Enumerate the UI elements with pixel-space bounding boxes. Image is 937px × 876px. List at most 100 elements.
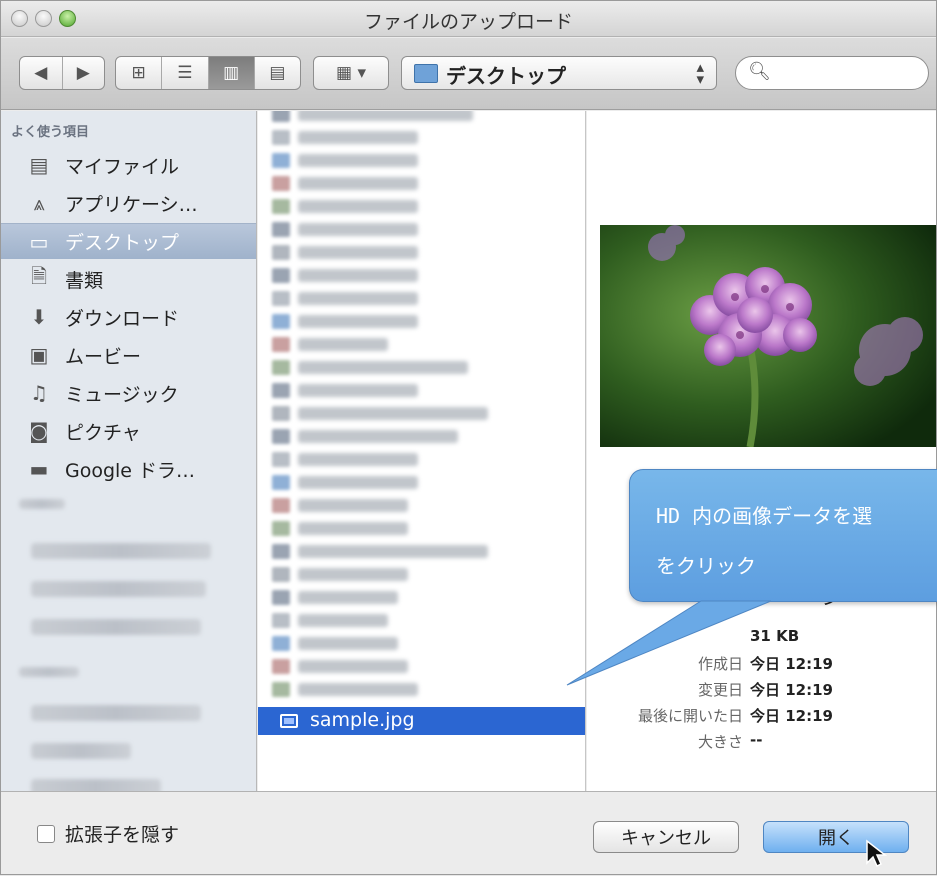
- desktop-icon: ▭: [29, 229, 49, 254]
- file-icon: [272, 406, 290, 421]
- file-row[interactable]: [258, 517, 585, 540]
- sidebar-item-label: ミュージック: [65, 383, 179, 406]
- file-row[interactable]: [258, 218, 585, 241]
- all-files-icon: ▤: [29, 153, 49, 177]
- location-popup[interactable]: デスクトップ ▴ ▾: [401, 56, 717, 90]
- file-icon: [272, 682, 290, 697]
- file-row[interactable]: [258, 333, 585, 356]
- window-title: ファイルのアップロード: [363, 11, 573, 33]
- icon-view-button[interactable]: ⊞: [116, 57, 163, 89]
- redacted-file-name: [298, 384, 418, 397]
- redacted-sidebar-item[interactable]: [31, 581, 206, 597]
- redacted-file-name: [298, 131, 418, 144]
- redacted-file-name: [298, 361, 468, 374]
- sidebar-item-label: ダウンロード: [65, 307, 180, 330]
- file-icon: [272, 521, 290, 536]
- file-row[interactable]: [258, 287, 585, 310]
- redacted-sidebar-item[interactable]: [31, 743, 131, 759]
- sidebar-item-documents[interactable]: 🗎︎ 書類: [1, 261, 256, 297]
- file-icon: [272, 590, 290, 605]
- back-button[interactable]: ◀: [20, 57, 63, 89]
- cancel-button[interactable]: キャンセル: [593, 821, 739, 853]
- file-row[interactable]: [258, 356, 585, 379]
- file-row[interactable]: [258, 126, 585, 149]
- file-row[interactable]: [258, 425, 585, 448]
- redacted-file-name: [298, 246, 418, 259]
- file-row[interactable]: [258, 586, 585, 609]
- chevron-left-icon: ◀: [34, 63, 48, 83]
- file-row[interactable]: [258, 172, 585, 195]
- file-row[interactable]: [258, 310, 585, 333]
- redacted-file-name: [298, 591, 398, 604]
- sidebar-item-google-drive[interactable]: ▬ Google ドラ…: [1, 451, 256, 487]
- file-row[interactable]: [258, 195, 585, 218]
- instruction-callout: HD 内の画像データを選 をクリック: [629, 469, 937, 602]
- redacted-file-name: [298, 522, 408, 535]
- file-column[interactable]: sample.jpg: [258, 111, 586, 791]
- info-row-created: 作成日 今日 12:19: [697, 655, 833, 673]
- file-row[interactable]: [258, 448, 585, 471]
- file-row[interactable]: [258, 402, 585, 425]
- redacted-section-header: [19, 667, 79, 677]
- file-row[interactable]: [258, 379, 585, 402]
- view-mode-switch: ⊞ ☰ ▥ ▤: [115, 56, 301, 90]
- file-row[interactable]: [258, 540, 585, 563]
- title-bar: ファイルのアップロード: [1, 1, 936, 37]
- arrange-menu-button[interactable]: ▦ ▾: [313, 56, 389, 90]
- sidebar-section-favorites: よく使う項目: [11, 125, 90, 140]
- redacted-sidebar-item[interactable]: [31, 619, 201, 635]
- flower-photo: [600, 225, 936, 447]
- grid-icon: ⊞: [131, 63, 146, 83]
- file-row[interactable]: [258, 111, 585, 126]
- downloads-icon: ⬇: [30, 305, 48, 329]
- sidebar-item-all-files[interactable]: ▤ マイファイル: [1, 147, 256, 183]
- redacted-sidebar-item[interactable]: [31, 543, 211, 559]
- file-icon: [272, 475, 290, 490]
- redacted-file-name: [298, 292, 418, 305]
- redacted-sidebar-item[interactable]: [31, 779, 161, 791]
- open-button[interactable]: 開く: [763, 821, 909, 853]
- image-file-icon: [280, 714, 298, 728]
- file-icon: [272, 452, 290, 467]
- file-info: ージ 31 KB 作成日 今日 12:19 変更日 今日 12:19 最後に開い…: [587, 585, 936, 757]
- search-icon: 🔍︎: [748, 61, 771, 82]
- sidebar-item-applications[interactable]: ⩓ アプリケーシ…: [1, 185, 256, 221]
- file-row-selected[interactable]: sample.jpg: [258, 707, 585, 735]
- location-label: デスクトップ: [446, 64, 566, 88]
- file-row[interactable]: [258, 494, 585, 517]
- file-row[interactable]: [258, 563, 585, 586]
- file-row[interactable]: [258, 241, 585, 264]
- redacted-file-name: [298, 200, 418, 213]
- file-row[interactable]: [258, 149, 585, 172]
- music-icon: ♫: [30, 381, 48, 405]
- callout-line-1: HD 内の画像データを選: [656, 504, 873, 528]
- info-row-size: 31 KB: [587, 627, 936, 653]
- redacted-sidebar-item[interactable]: [31, 705, 201, 721]
- sidebar-item-music[interactable]: ♫ ミュージック: [1, 375, 256, 411]
- sidebar-item-label: ムービー: [65, 345, 142, 368]
- file-icon: [272, 199, 290, 214]
- redacted-file-name: [298, 430, 458, 443]
- sidebar-item-downloads[interactable]: ⬇ ダウンロード: [1, 299, 256, 335]
- coverflow-view-button[interactable]: ▤: [255, 57, 300, 89]
- list-view-button[interactable]: ☰: [162, 57, 209, 89]
- file-row[interactable]: [258, 632, 585, 655]
- sidebar-item-pictures[interactable]: ◙ ピクチャ: [1, 413, 256, 449]
- search-input[interactable]: 🔍︎: [735, 56, 929, 90]
- applications-icon: ⩓: [33, 191, 45, 215]
- file-row[interactable]: [258, 655, 585, 678]
- column-view-button[interactable]: ▥: [208, 57, 255, 89]
- file-row[interactable]: [258, 264, 585, 287]
- file-row[interactable]: [258, 471, 585, 494]
- file-row[interactable]: [258, 678, 585, 701]
- file-icon: [272, 636, 290, 651]
- hide-extension-checkbox[interactable]: [37, 825, 55, 843]
- sidebar-item-desktop[interactable]: ▭ デスクトップ: [1, 223, 256, 259]
- sidebar-item-movies[interactable]: ▣ ムービー: [1, 337, 256, 373]
- redacted-file-name: [298, 223, 418, 236]
- forward-button[interactable]: ▶: [63, 57, 105, 89]
- toolbar: ◀ ▶ ⊞ ☰ ▥ ▤ ▦ ▾ デスクトップ ▴ ▾ 🔍︎: [1, 38, 936, 110]
- redacted-file-name: [298, 499, 408, 512]
- file-row[interactable]: [258, 609, 585, 632]
- file-icon: [272, 567, 290, 582]
